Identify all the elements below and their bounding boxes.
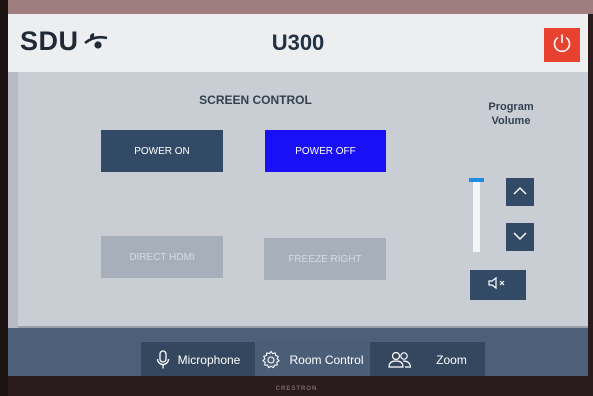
speaker-mute-icon <box>487 276 509 295</box>
people-icon <box>388 351 412 369</box>
direct-hdmi-button[interactable]: DIRECT HDMI <box>101 236 223 278</box>
bezel-left <box>0 0 8 396</box>
chevron-down-icon <box>512 228 528 246</box>
bezel-top <box>0 0 593 14</box>
microphone-icon <box>156 350 170 370</box>
touch-panel-screen: SDU U300 SCREEN CONTROL POWER ON POWER O… <box>8 14 588 376</box>
gear-icon <box>261 350 281 370</box>
nav-microphone[interactable]: Microphone <box>141 342 255 376</box>
power-icon <box>551 32 573 59</box>
volume-label-line2: Volume <box>491 115 531 127</box>
screen-control-panel: SCREEN CONTROL POWER ON POWER OFF DIRECT… <box>18 72 588 328</box>
volume-label: Program Volume <box>466 100 556 128</box>
freeze-right-button[interactable]: FREEZE RIGHT <box>264 238 386 280</box>
section-title: SCREEN CONTROL <box>199 93 312 107</box>
volume-down-button[interactable] <box>506 223 534 251</box>
chevron-up-icon <box>512 183 528 201</box>
nav-microphone-label: Microphone <box>177 353 241 367</box>
nav-room-control-label: Room Control <box>289 353 364 367</box>
nav-zoom-label: Zoom <box>436 353 467 367</box>
volume-slider-handle[interactable] <box>469 178 484 182</box>
power-on-button[interactable]: POWER ON <box>101 130 223 172</box>
crestron-brand: CRESTRON <box>275 386 318 392</box>
room-title: U300 <box>271 30 325 55</box>
nav-room-control[interactable]: Room Control <box>255 342 370 376</box>
mute-button[interactable] <box>470 270 526 300</box>
system-power-button[interactable] <box>544 28 580 62</box>
power-off-button[interactable]: POWER OFF <box>265 130 386 172</box>
nav-zoom[interactable]: Zoom <box>370 342 485 376</box>
volume-up-button[interactable] <box>506 178 534 206</box>
header-bar: SDU U300 <box>8 14 588 72</box>
volume-slider[interactable] <box>469 178 484 252</box>
volume-label-line1: Program <box>488 101 534 113</box>
